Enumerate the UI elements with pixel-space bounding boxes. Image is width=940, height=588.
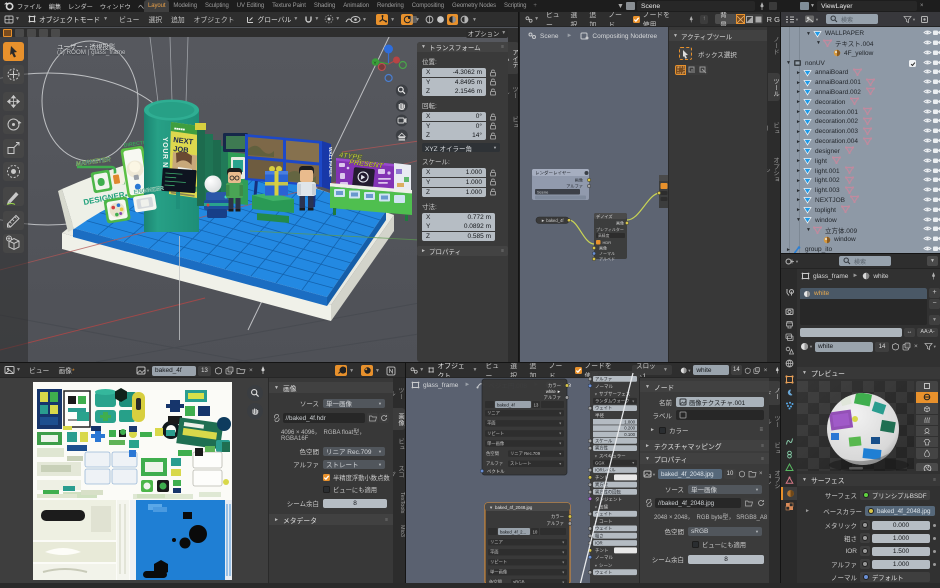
- svg-text:異方性: 異方性: [595, 445, 609, 452]
- svg-text:13: 13: [534, 402, 539, 407]
- svg-text:▼: ▼: [559, 422, 562, 426]
- svg-text:0.200: 0.200: [624, 426, 635, 431]
- svg-text:ウェイト: ウェイト: [595, 525, 612, 532]
- svg-text:▼: ▼: [489, 505, 493, 510]
- svg-text:IORレベル: IORレベル: [595, 468, 616, 473]
- svg-text:画像: 画像: [575, 177, 584, 184]
- svg-text:baked_4f_2048.jpg: baked_4f_2048.jpg: [495, 505, 533, 510]
- svg-text:リピート: リピート: [490, 560, 507, 565]
- svg-text:プレフィルター: プレフィルター: [596, 226, 624, 232]
- svg-text:▼: ▼: [562, 540, 565, 544]
- svg-text:スケール: スケール: [595, 437, 613, 443]
- svg-text:チント: チント: [595, 548, 609, 553]
- svg-text:粗さ: 粗さ: [595, 532, 604, 539]
- svg-text:Scene: Scene: [537, 190, 549, 195]
- svg-text:リピート: リピート: [487, 431, 504, 436]
- svg-text:サブサーフェス: サブサーフェス: [599, 390, 631, 397]
- svg-text:WALLPAPER: WALLPAPER: [327, 147, 333, 177]
- svg-text:0.100: 0.100: [624, 432, 635, 437]
- svg-text:ストレート: ストレート: [510, 461, 531, 466]
- svg-text:▼: ▼: [594, 392, 598, 396]
- svg-text:▼: ▼: [559, 462, 562, 466]
- svg-text:ウェイト: ウェイト: [595, 405, 612, 412]
- svg-text:▼: ▼: [559, 452, 562, 456]
- svg-text:10: 10: [533, 529, 538, 534]
- svg-text:画像: 画像: [599, 245, 607, 251]
- svg-text:HDR: HDR: [603, 240, 612, 245]
- svg-text:単一画像: 単一画像: [490, 569, 508, 576]
- svg-text:色空間: 色空間: [486, 450, 499, 457]
- svg-text:ノーマル: ノーマル: [599, 251, 615, 256]
- svg-text:► baked_4f: ► baked_4f: [541, 218, 564, 223]
- svg-text:異方性: 異方性: [595, 481, 609, 488]
- svg-text:▼: ▼: [562, 570, 565, 574]
- svg-text:ランダムウォーク: ランダムウォーク: [595, 398, 629, 405]
- svg-text:▼: ▼: [562, 560, 565, 564]
- svg-text:半径: 半径: [595, 412, 604, 419]
- svg-text:レンダーレイヤー: レンダーレイヤー: [535, 170, 571, 177]
- svg-text:▼: ▼: [559, 442, 562, 446]
- svg-text:▼: ▼: [559, 432, 562, 436]
- svg-text:デノイズ: デノイズ: [596, 213, 613, 220]
- svg-text:異方性の回転: 異方性の回転: [595, 489, 621, 496]
- svg-text:▼: ▼: [562, 550, 565, 554]
- svg-text:▼: ▼: [594, 454, 598, 458]
- svg-text:▼: ▼: [594, 505, 598, 509]
- svg-text:▼: ▼: [559, 411, 562, 415]
- svg-text:単一画像: 単一画像: [487, 440, 505, 447]
- svg-text:▼: ▼: [632, 399, 635, 403]
- svg-text:GGX: GGX: [595, 460, 605, 465]
- svg-text:baked_4f_2...: baked_4f_2...: [500, 529, 526, 534]
- svg-text:画像: 画像: [616, 220, 624, 226]
- svg-text:ウェイト: ウェイト: [595, 569, 612, 576]
- svg-text:コート: コート: [599, 519, 613, 524]
- svg-text:▼: ▼: [632, 461, 635, 465]
- svg-text:シーン: シーン: [599, 563, 613, 568]
- svg-text:タンジェント: タンジェント: [595, 496, 622, 503]
- svg-text:white ►: white ►: [546, 389, 561, 394]
- svg-text:▼: ▼: [594, 564, 598, 568]
- svg-text:baked_4f: baked_4f: [497, 402, 515, 407]
- svg-text:1.000: 1.000: [624, 419, 635, 424]
- svg-text:IOR: IOR: [595, 541, 603, 546]
- svg-text:高精度: 高精度: [598, 233, 610, 238]
- svg-text:Y: Y: [374, 61, 377, 66]
- svg-text:アルベド: アルベド: [599, 257, 615, 262]
